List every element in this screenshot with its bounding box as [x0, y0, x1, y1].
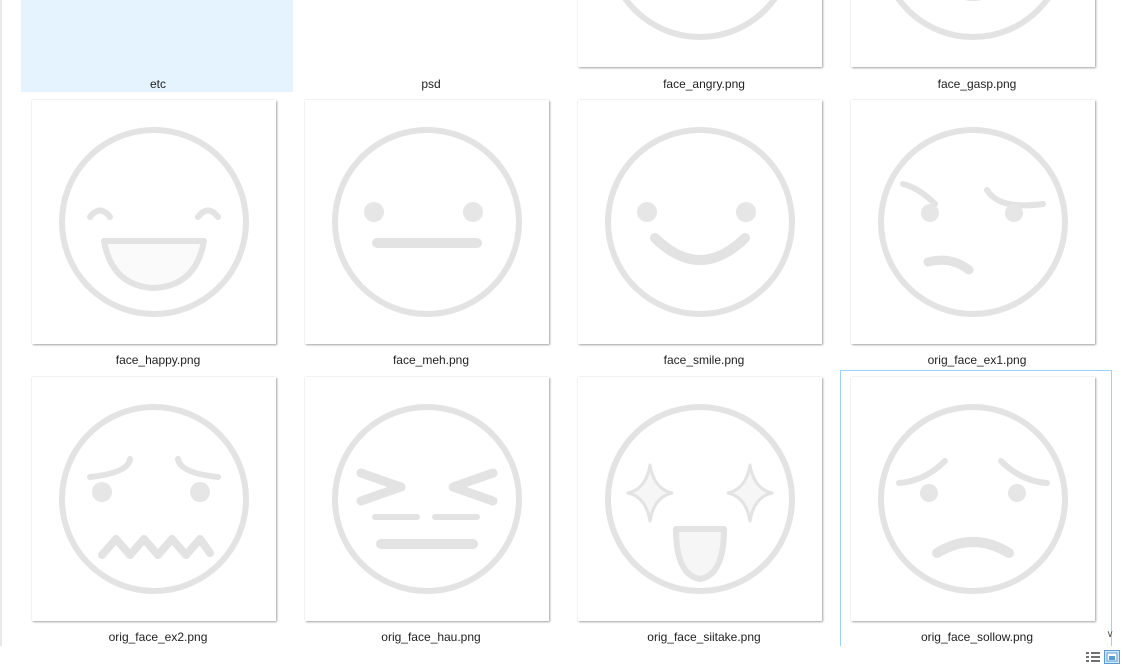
- thumbnail: [578, 100, 822, 344]
- item-label: psd: [421, 77, 441, 91]
- folder-item-psd[interactable]: psd: [294, 0, 566, 92]
- thumbnail: [851, 377, 1095, 621]
- image-item-orig-face-hau[interactable]: orig_face_hau.png: [294, 376, 566, 646]
- item-label: face_smile.png: [663, 353, 745, 367]
- item-label: orig_face_ex1.png: [927, 353, 1027, 367]
- item-label: face_meh.png: [392, 353, 470, 367]
- face-hau-icon: [332, 404, 522, 594]
- thumbnail: [578, 377, 822, 621]
- image-item-face-gasp[interactable]: face_gasp.png: [840, 0, 1112, 99]
- face-happy-icon: [59, 127, 249, 317]
- face-ex1-icon: [878, 127, 1068, 317]
- face-sollow-icon: [878, 404, 1068, 594]
- thumbnail: [305, 100, 549, 344]
- thumbnail: [578, 0, 822, 67]
- image-item-orig-face-ex1[interactable]: orig_face_ex1.png: [840, 99, 1112, 376]
- scroll-down-arrow[interactable]: ∨: [1106, 630, 1114, 640]
- image-item-face-angry[interactable]: face_angry.png: [567, 0, 839, 99]
- item-label: orig_face_sollow.png: [920, 630, 1034, 644]
- thumbnail: [32, 377, 276, 621]
- face-ex2-icon: [59, 404, 249, 594]
- item-label: face_gasp.png: [937, 77, 1017, 91]
- item-label: orig_face_hau.png: [381, 630, 481, 644]
- thumbnail: [851, 0, 1095, 67]
- image-item-orig-face-sollow[interactable]: orig_face_sollow.png: [840, 370, 1112, 646]
- thumbnail: [305, 377, 549, 621]
- face-meh-icon: [332, 127, 522, 317]
- file-view[interactable]: etc psd face_angry.png face_gasp.png fac…: [0, 0, 1116, 646]
- item-label: orig_face_ex2.png: [108, 630, 208, 644]
- thumbnail: [32, 100, 276, 344]
- large-icons-view-icon[interactable]: [1104, 650, 1120, 664]
- item-label: face_angry.png: [663, 77, 745, 91]
- left-border: [0, 0, 2, 646]
- image-item-orig-face-ex2[interactable]: orig_face_ex2.png: [21, 376, 293, 646]
- image-item-face-meh[interactable]: face_meh.png: [294, 99, 566, 376]
- item-label: face_happy.png: [115, 353, 201, 367]
- details-view-icon[interactable]: [1085, 650, 1101, 664]
- item-label: orig_face_siitake.png: [647, 630, 761, 644]
- folder-item-etc[interactable]: etc: [21, 0, 293, 92]
- face-gasp-icon: [895, 0, 1051, 40]
- image-item-orig-face-siitake[interactable]: orig_face_siitake.png: [567, 376, 839, 646]
- face-angry-icon: [622, 0, 778, 40]
- item-label: etc: [149, 77, 166, 91]
- image-item-face-happy[interactable]: face_happy.png: [21, 99, 293, 376]
- status-bar: [0, 646, 1123, 666]
- image-item-face-smile[interactable]: face_smile.png: [567, 99, 839, 376]
- face-smile-icon: [605, 127, 795, 317]
- face-siitake-icon: [605, 404, 795, 594]
- thumbnail: [851, 100, 1095, 344]
